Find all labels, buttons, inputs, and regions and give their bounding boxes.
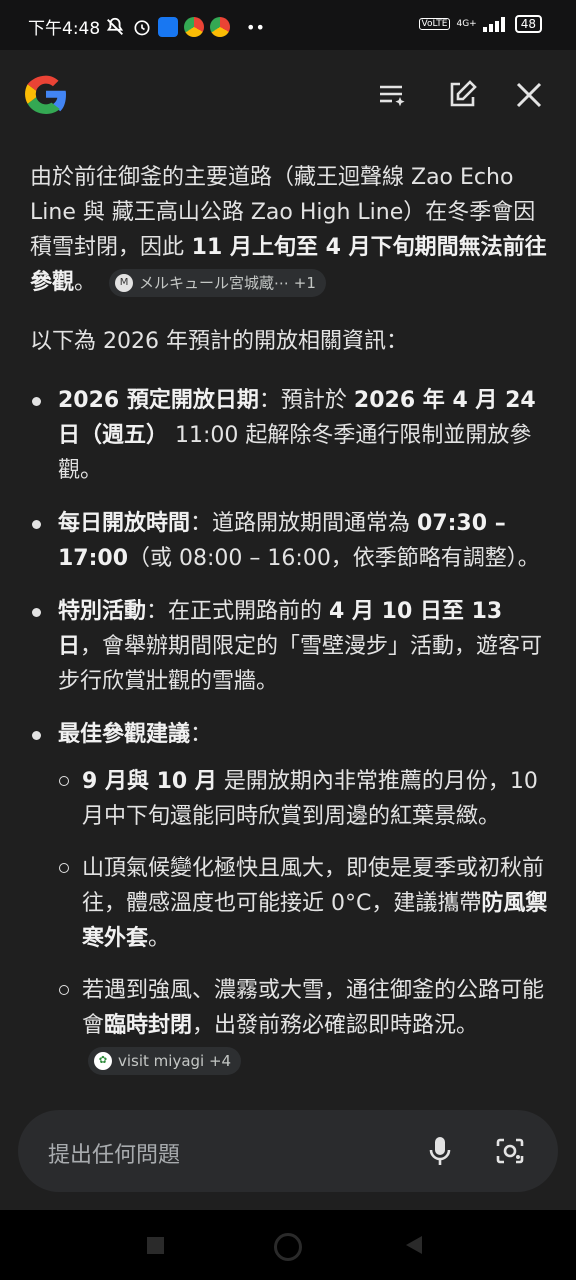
tune-list-icon <box>380 85 405 107</box>
status-time: 下午4:48 <box>28 19 101 39</box>
sub-list-item: 若遇到強風、濃霧或大雪，通往御釜的公路可能會臨時封閉，出發前務必確認即時路況。 … <box>58 973 550 1078</box>
close-button[interactable] <box>509 75 549 115</box>
prompt-input-placeholder[interactable]: 提出任何問題 <box>48 1137 180 1169</box>
item-text: 。 <box>148 926 171 951</box>
source-chip-label: メルキュール宮城蔵⋯ +1 <box>139 274 316 292</box>
chrome-icon-2 <box>210 17 230 37</box>
back-icon[interactable] <box>404 1234 424 1256</box>
source-chip-2[interactable]: ✿ visit miyagi +4 <box>88 1047 242 1075</box>
source-chip-label: visit miyagi +4 <box>118 1052 232 1070</box>
item-text: （或 08:00 – 16:00，依季節略有調整）。 <box>128 546 540 571</box>
item-text: ：在正式開路前的 <box>146 599 330 624</box>
edit-icon <box>450 80 477 107</box>
list-item: 2026 預定開放日期：預計於 2026 年 4 月 24 日（週五） 11:0… <box>30 383 550 488</box>
alarm-icon <box>134 20 150 36</box>
answer-content: 由於前往御釜的主要道路（藏王迴聲線 Zao Echo Line 與 藏王高山公路… <box>30 160 550 1096</box>
battery-indicator: 48 <box>514 15 542 33</box>
facebook-icon <box>158 17 178 37</box>
google-logo-icon[interactable] <box>22 70 70 118</box>
mute-icon <box>106 17 124 35</box>
item-text: ，出發前務必確認即時路況。 <box>192 1013 479 1038</box>
item-text: 山頂氣候變化極快且風大，即使是夏季或初秋前往，體感溫度也可能接近 0°C，建議攜… <box>82 856 545 916</box>
voice-input-button[interactable] <box>420 1131 460 1171</box>
list-item: 每日開放時間：道路開放期間通常為 07:30 – 17:00（或 08:00 –… <box>30 506 550 576</box>
network-type: 4G+ <box>456 19 477 29</box>
chrome-icon <box>184 17 204 37</box>
volte-icon: VoLTE <box>418 18 451 30</box>
sub-list-item: 9 月與 10 月 是開放期內非常推薦的月份，10 月中下旬還能同時欣賞到周邊的… <box>58 764 550 834</box>
source-logo-icon: M <box>115 274 134 292</box>
item-title: 每日開放時間 <box>58 511 191 536</box>
item-text: ：道路開放期間通常為 <box>190 511 418 536</box>
section-intro: 以下為 2026 年預計的開放相關資訊： <box>30 329 408 354</box>
item-bold: 臨時封閉 <box>104 1013 193 1038</box>
list-item: 特別活動：在正式開路前的 4 月 10 日至 13 日，會舉辦期間限定的「雪壁漫… <box>30 594 550 699</box>
intro-end: 。 <box>74 270 97 295</box>
filter-list-button[interactable] <box>372 75 412 115</box>
edit-button[interactable] <box>442 75 482 115</box>
signal-icon <box>482 17 505 32</box>
system-nav-bar <box>0 1210 576 1280</box>
item-title: 最佳參觀建議 <box>58 722 191 747</box>
visit-miyagi-logo-icon: ✿ <box>94 1052 112 1070</box>
item-bold: 9 月與 10 月 <box>82 769 217 794</box>
source-chip[interactable]: M メルキュール宮城蔵⋯ +1 <box>109 269 326 297</box>
microphone-icon <box>429 1137 451 1165</box>
item-text: ：預計於 <box>258 388 354 413</box>
status-right: VoLTE 4G+ 48 <box>418 15 542 33</box>
recent-apps-button[interactable] <box>147 1237 164 1254</box>
item-text: ，會舉辦期間限定的「雪壁漫步」活動，遊客可步行欣賞壯觀的雪牆。 <box>58 634 543 694</box>
home-button[interactable] <box>274 1233 302 1261</box>
item-title: 特別活動 <box>58 599 147 624</box>
prompt-input-bar[interactable]: 提出任何問題 <box>18 1110 558 1192</box>
lens-camera-button[interactable] <box>490 1131 530 1171</box>
item-title: 2026 預定開放日期 <box>58 388 259 413</box>
status-bar: 下午4:48 •• VoLTE 4G+ 48 <box>0 0 576 50</box>
info-list: 2026 預定開放日期：預計於 2026 年 4 月 24 日（週五） 11:0… <box>30 383 550 1078</box>
item-text: ： <box>190 722 213 747</box>
intro-paragraph: 由於前往御釜的主要道路（藏王迴聲線 Zao Echo Line 與 藏王高山公路… <box>30 160 550 300</box>
app-header <box>0 50 576 140</box>
status-notification-icons: •• <box>104 16 265 38</box>
list-item: 最佳參觀建議： 9 月與 10 月 是開放期內非常推薦的月份，10 月中下旬還能… <box>30 717 550 1078</box>
close-icon <box>516 82 542 108</box>
camera-icon <box>496 1138 524 1164</box>
more-notifications-icon: •• <box>246 17 265 37</box>
sub-list-item: 山頂氣候變化極快且風大，即使是夏季或初秋前往，體感溫度也可能接近 0°C，建議攜… <box>58 851 550 956</box>
sub-list: 9 月與 10 月 是開放期內非常推薦的月份，10 月中下旬還能同時欣賞到周邊的… <box>58 764 550 1078</box>
